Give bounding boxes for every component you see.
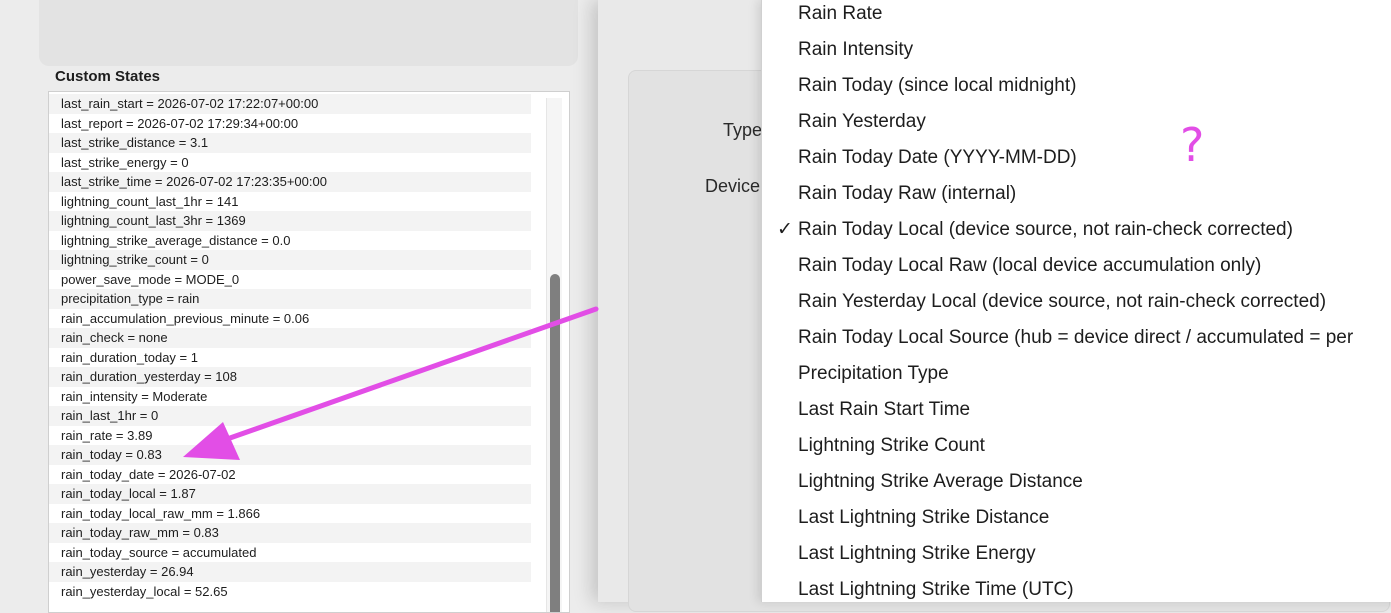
arrow-head (183, 422, 240, 460)
arrow-shaft (227, 306, 599, 441)
annotation-arrow (183, 306, 599, 460)
